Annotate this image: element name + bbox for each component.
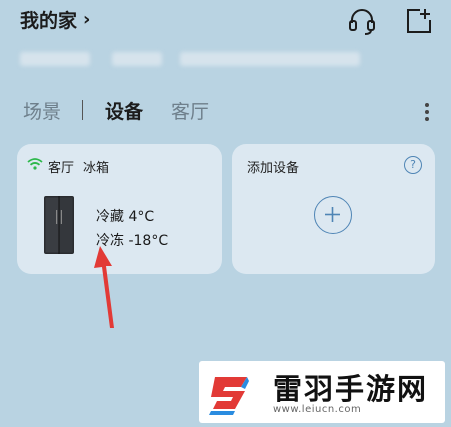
more-vertical-icon[interactable] [420,100,434,124]
help-icon[interactable]: ? [404,156,422,174]
site-logo-icon [209,377,249,415]
plus-circle-icon[interactable] [314,196,352,234]
fridge-temperature: 冷藏 4°C [96,209,155,225]
watermark-url: www.leiucn.com [273,404,362,415]
tab-living-room[interactable]: 客厅 [171,97,209,124]
headset-icon[interactable] [346,6,378,36]
wifi-icon [27,158,43,170]
tab-scenes[interactable]: 场景 [23,97,61,124]
home-title-label: 我的家 [20,10,78,32]
add-device-title: 添加设备 [247,161,300,176]
home-title[interactable]: 我的家 › [20,6,90,33]
annotation-arrow [94,246,114,328]
tab-divider [82,100,83,120]
refrigerator-icon [44,196,74,254]
add-device-icon[interactable] [402,6,434,36]
chevron-right-icon: › [83,9,91,30]
watermark-banner: 雷羽手游网 www.leiucn.com [199,361,445,423]
device-name: 冰箱 [83,161,110,176]
add-device-card[interactable]: 添加设备 ? [232,144,435,274]
tab-devices[interactable]: 设备 [105,97,143,124]
watermark-site-name: 雷羽手游网 [273,372,429,406]
device-room: 客厅 [48,161,75,176]
